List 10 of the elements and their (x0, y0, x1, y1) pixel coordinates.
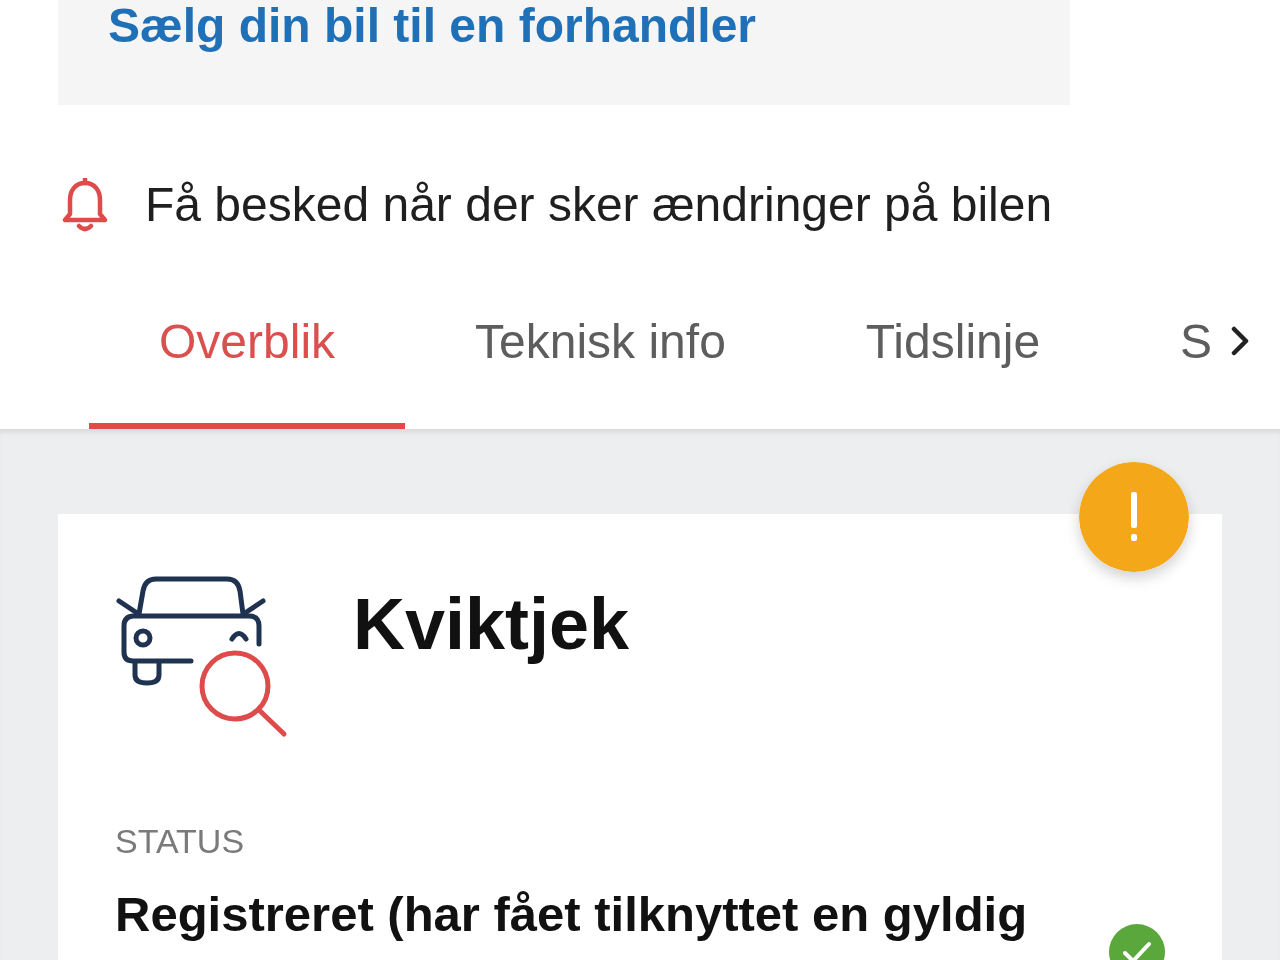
tab[interactable]: Teknisk info (405, 232, 796, 429)
card-title: Kviktjek (353, 584, 630, 664)
sell-link[interactable]: Sælg din bil til en forhandler (108, 0, 757, 52)
bell-icon[interactable] (62, 178, 108, 232)
tab[interactable]: Tidslinje (795, 232, 1111, 429)
status-label: STATUS (115, 821, 246, 861)
chevron-right-icon (1230, 326, 1250, 356)
status-value: Registreret (har fået tilknyttet en gyldig (115, 886, 1028, 942)
notify-label[interactable]: Få besked når der sker ændringer på bilen (145, 178, 1053, 232)
tab[interactable]: S (1110, 232, 1213, 429)
